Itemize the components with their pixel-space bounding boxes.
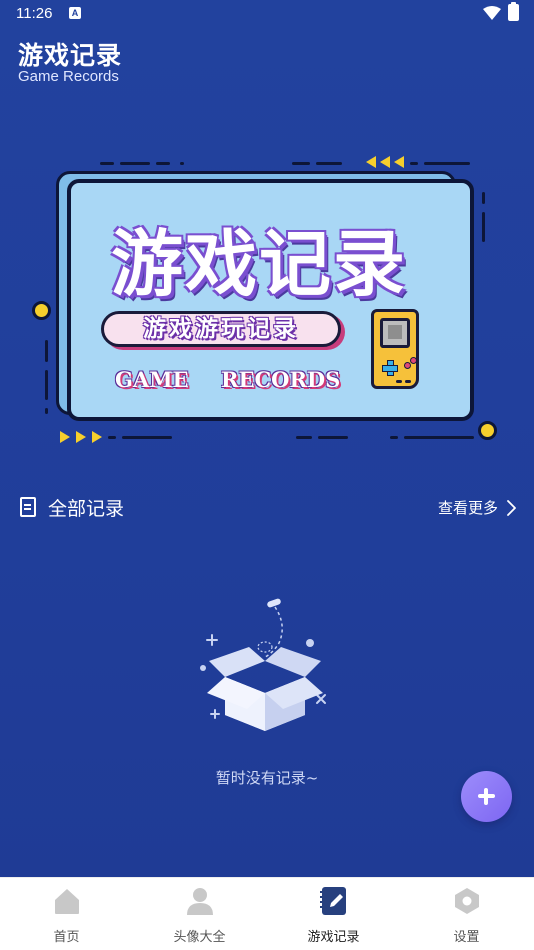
- notification-icon: A: [69, 7, 81, 19]
- home-icon: [54, 889, 79, 914]
- app-screen: 11:26 A 游戏记录 Game Records 游戏记录 游戏游玩记录 GA…: [0, 0, 534, 877]
- nav-label: 游戏记录: [307, 930, 360, 945]
- status-time: 11:26: [16, 5, 53, 22]
- banner: 游戏记录 游戏游玩记录 GAME RECORDS: [30, 150, 510, 450]
- decor-dash: [410, 162, 418, 165]
- nav-label: 头像大全: [173, 930, 226, 945]
- gameboy-icon: [371, 309, 423, 391]
- decor-dash: [296, 436, 312, 439]
- banner-card: 游戏记录 游戏游玩记录 GAME RECORDS: [67, 179, 474, 421]
- decor-dash: [180, 162, 184, 165]
- nav-item-game-records[interactable]: 游戏记录: [267, 878, 400, 950]
- wifi-icon: [483, 6, 501, 20]
- page-subtitle: Game Records: [18, 68, 119, 85]
- section-title: 全部记录: [48, 498, 125, 520]
- decor-dash: [404, 436, 474, 439]
- decor-dot: [478, 421, 497, 440]
- decor-dash: [156, 162, 170, 165]
- banner-title: 游戏记录: [111, 222, 408, 306]
- nav-label: 设置: [453, 930, 480, 945]
- banner-pill: 游戏游玩记录: [101, 311, 341, 347]
- decor-arrow-icon: [394, 156, 404, 168]
- decor-dash: [318, 436, 348, 439]
- banner-records-word: RECORDS: [221, 367, 341, 392]
- see-more-link[interactable]: 查看更多: [438, 497, 498, 518]
- decor-arrow-icon: [380, 156, 390, 168]
- page-title: 游戏记录: [18, 41, 123, 70]
- status-bar: 11:26 A: [0, 0, 534, 28]
- add-record-button[interactable]: [461, 771, 512, 822]
- decor-dash: [108, 436, 116, 439]
- list-icon: [20, 497, 36, 517]
- decor-dash: [316, 162, 342, 165]
- decor-dash: [122, 436, 172, 439]
- battery-icon: [508, 2, 519, 21]
- decor-dash: [482, 192, 485, 204]
- nav-item-home[interactable]: 首页: [0, 878, 133, 950]
- decor-arrow-icon: [60, 431, 70, 443]
- notebook-pen-icon: [319, 887, 346, 915]
- decor-dash: [45, 408, 48, 414]
- decor-arrow-icon: [76, 431, 86, 443]
- empty-state-text: 暂时没有记录~: [215, 769, 319, 787]
- decor-dash: [390, 436, 398, 439]
- banner-game-word: GAME: [115, 367, 189, 392]
- hexagon-settings-icon: [454, 888, 479, 914]
- decor-dash: [424, 162, 470, 165]
- nav-label: 首页: [53, 930, 80, 945]
- nav-item-avatars[interactable]: 头像大全: [133, 878, 266, 950]
- nav-item-settings[interactable]: 设置: [400, 878, 533, 950]
- decor-arrow-icon: [366, 156, 376, 168]
- decor-dash: [482, 212, 485, 242]
- chevron-right-icon[interactable]: [505, 499, 517, 517]
- decor-dash: [100, 162, 114, 165]
- decor-dash: [45, 370, 48, 400]
- decor-arrow-icon: [92, 431, 102, 443]
- decor-dash: [120, 162, 150, 165]
- decor-dot: [32, 301, 51, 320]
- person-icon: [186, 888, 213, 915]
- empty-box-icon: [200, 598, 326, 731]
- decor-dash: [45, 340, 48, 362]
- bottom-nav: 首页 头像大全 游戏记录 设置: [0, 877, 534, 950]
- decor-dash: [292, 162, 310, 165]
